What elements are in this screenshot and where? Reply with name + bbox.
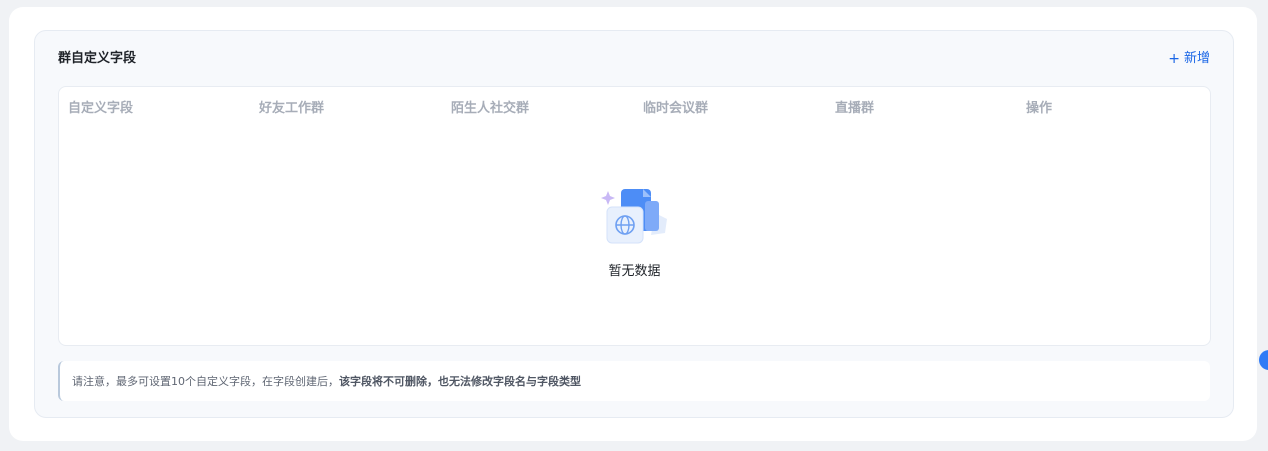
empty-document-globe-illustration — [600, 189, 667, 244]
add-field-label: 新增 — [1183, 51, 1210, 66]
section-title: 群自定义字段 — [58, 51, 137, 66]
add-field-button[interactable]: + 新增 — [1168, 50, 1210, 68]
floating-help-button[interactable] — [1259, 350, 1268, 370]
column-header-custom-field: 自定义字段 — [68, 101, 134, 116]
empty-state: 暂无数据 — [59, 185, 1210, 281]
table-header: 自定义字段 好友工作群 陌生人社交群 临时会议群 直播群 操作 — [59, 87, 1210, 131]
notice-emphasis: 该字段将不可删除，也无法修改字段名与字段类型 — [339, 375, 581, 388]
column-header-live-group: 直播群 — [835, 101, 875, 116]
column-header-stranger-social-group: 陌生人社交群 — [451, 101, 530, 116]
plus-icon: + — [1168, 51, 1180, 67]
empty-text: 暂无数据 — [608, 264, 661, 279]
column-header-actions: 操作 — [1026, 101, 1053, 116]
content-card: 群自定义字段 + 新增 自定义字段 好友工作群 陌生人社交群 临时会议群 直播群… — [9, 7, 1257, 441]
column-header-temp-meeting-group: 临时会议群 — [643, 101, 709, 116]
column-header-friend-work-group: 好友工作群 — [259, 101, 325, 116]
custom-field-section: 群自定义字段 + 新增 自定义字段 好友工作群 陌生人社交群 临时会议群 直播群… — [34, 30, 1234, 418]
custom-field-table: 自定义字段 好友工作群 陌生人社交群 临时会议群 直播群 操作 暂无数据 — [58, 86, 1211, 346]
notice-text: 请注意，最多可设置10个自定义字段，在字段创建后， — [72, 375, 339, 388]
notice-bar: 请注意，最多可设置10个自定义字段，在字段创建后， 该字段将不可删除，也无法修改字… — [58, 361, 1210, 401]
